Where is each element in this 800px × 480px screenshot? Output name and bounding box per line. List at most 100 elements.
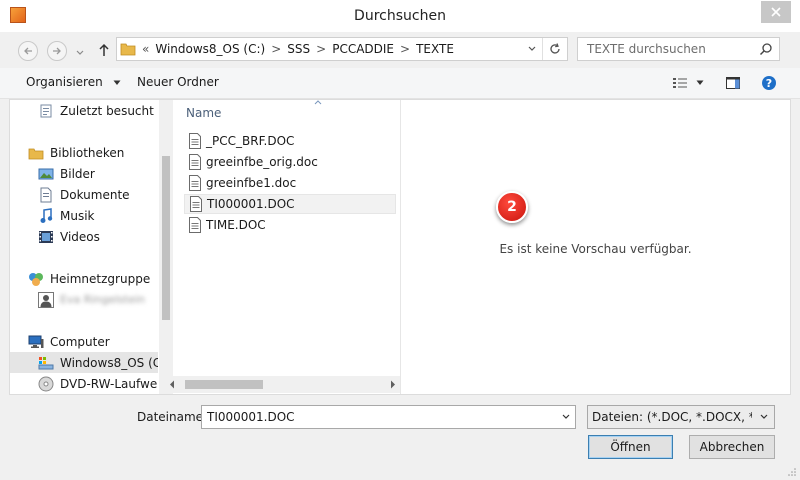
nav-label: DVD-RW-Laufwerk: [60, 376, 158, 391]
nav-label: Musik: [60, 208, 95, 223]
nav-label: Dokumente: [60, 187, 130, 202]
breadcrumb: « Windows8_OS (C:) > SSS > PCCADDIE > TE…: [120, 38, 458, 60]
window-title: Durchsuchen: [354, 8, 446, 24]
chevron-down-icon[interactable]: [560, 409, 572, 425]
nav-label: Windows8_OS (C:): [60, 355, 158, 370]
crumb-texte[interactable]: TEXTE: [412, 42, 458, 56]
hscrollbar-thumb[interactable]: [185, 380, 263, 389]
crumb-pccaddie[interactable]: PCCADDIE: [328, 42, 398, 56]
address-history-dropdown[interactable]: [522, 38, 541, 60]
libraries-icon: [28, 145, 44, 161]
view-options-button[interactable]: [670, 73, 706, 93]
user-icon: [38, 291, 54, 308]
up-arrow-icon: [99, 43, 109, 56]
command-bar: Organisieren Neuer Ordner ?: [0, 68, 800, 99]
pictures-icon: [38, 166, 54, 182]
crumb-separator[interactable]: >: [314, 42, 328, 56]
file-name: greeinfbe_orig.doc: [206, 155, 318, 169]
chevron-down-icon: [113, 80, 121, 85]
recent-locations-dropdown[interactable]: [76, 45, 84, 59]
music-icon: [38, 207, 54, 224]
filename-value: TI000001.DOC: [207, 410, 295, 424]
organize-menu[interactable]: Organisieren: [26, 75, 121, 89]
no-preview-message: Es ist keine Vorschau verfügbar.: [499, 242, 692, 256]
navigation-pane[interactable]: Zuletzt besucht Bibliotheken Bilder Doku…: [10, 100, 158, 394]
refresh-icon: [550, 43, 560, 54]
chevron-down-icon: [696, 80, 704, 85]
nav-item-user[interactable]: Eva Ringelstein: [10, 289, 158, 310]
nav-label: Bibliotheken: [50, 145, 125, 160]
nav-label: Heimnetzgruppe: [50, 271, 151, 286]
file-list-hscrollbar[interactable]: [165, 376, 400, 393]
help-icon: ?: [762, 76, 776, 90]
back-button[interactable]: [18, 41, 38, 61]
recent-places-icon: [38, 103, 54, 119]
scroll-left-icon[interactable]: [169, 380, 175, 389]
crumb-sss[interactable]: SSS: [283, 42, 314, 56]
nav-item-drive-c[interactable]: Windows8_OS (C:): [10, 352, 158, 373]
file-type-select[interactable]: Dateien: (*.DOC, *.DOCX, *.OD1: [587, 405, 775, 429]
scroll-right-icon[interactable]: [390, 380, 396, 389]
nav-label: Eva Ringelstein: [60, 293, 146, 306]
nav-item-recent[interactable]: Zuletzt besucht: [10, 100, 158, 121]
search-icon[interactable]: [759, 42, 773, 56]
homegroup-icon: [28, 271, 44, 287]
crumb-separator[interactable]: >: [269, 42, 283, 56]
title-bar: Durchsuchen: [0, 0, 800, 32]
address-bar[interactable]: « Windows8_OS (C:) > SSS > PCCADDIE > TE…: [116, 37, 568, 61]
nav-item-videos[interactable]: Videos: [10, 226, 158, 247]
file-name: TI000001.DOC: [207, 197, 295, 211]
nav-item-documents[interactable]: Dokumente: [10, 184, 158, 205]
file-name: _PCC_BRF.DOC: [206, 134, 295, 148]
up-button[interactable]: [96, 41, 112, 59]
nav-label: Bilder: [60, 166, 95, 181]
dvd-icon: [38, 376, 54, 392]
nav-item-computer[interactable]: Computer: [10, 331, 158, 352]
nav-item-music[interactable]: Musik: [10, 205, 158, 226]
breadcrumb-overflow[interactable]: «: [140, 42, 151, 56]
file-item[interactable]: _PCC_BRF.DOC: [184, 131, 396, 151]
document-icon: [190, 196, 202, 212]
nav-item-homegroup[interactable]: Heimnetzgruppe: [10, 268, 158, 289]
folder-icon: [120, 43, 136, 56]
documents-icon: [38, 187, 54, 203]
file-list[interactable]: Name _PCC_BRF.DOC greeinfbe_orig.doc gre…: [174, 100, 528, 376]
search-input[interactable]: TEXTE durchsuchen: [577, 37, 780, 61]
nav-scrollbar-thumb[interactable]: [162, 156, 170, 320]
close-icon: [771, 7, 781, 17]
file-name: greeinfbe1.doc: [206, 176, 297, 190]
videos-icon: [38, 229, 54, 245]
preview-pane-button[interactable]: [724, 73, 742, 93]
nav-item-pictures[interactable]: Bilder: [10, 163, 158, 184]
nav-label: Computer: [50, 334, 110, 349]
help-button[interactable]: ?: [760, 73, 778, 93]
new-folder-button[interactable]: Neuer Ordner: [137, 75, 219, 89]
document-icon: [189, 175, 201, 191]
nav-item-libraries[interactable]: Bibliotheken: [10, 142, 158, 163]
resize-grip-icon[interactable]: [787, 467, 797, 477]
nav-item-dvd[interactable]: DVD-RW-Laufwerk: [10, 373, 158, 394]
forward-button[interactable]: [47, 41, 67, 61]
filename-field[interactable]: TI000001.DOC: [201, 405, 576, 429]
nav-label: Zuletzt besucht: [60, 103, 154, 118]
file-item[interactable]: greeinfbe1.doc: [184, 173, 396, 193]
document-icon: [189, 217, 201, 233]
close-button[interactable]: [761, 1, 791, 23]
preview-pane-icon: [726, 77, 740, 89]
column-header-name[interactable]: Name: [186, 106, 221, 120]
refresh-button[interactable]: [542, 38, 567, 60]
cancel-button[interactable]: Abbrechen: [689, 435, 775, 459]
crumb-separator[interactable]: >: [398, 42, 412, 56]
search-placeholder: TEXTE durchsuchen: [587, 42, 706, 56]
document-icon: [189, 133, 201, 149]
file-item-selected[interactable]: TI000001.DOC: [184, 194, 396, 214]
open-button[interactable]: Öffnen: [588, 435, 673, 459]
computer-icon: [28, 334, 44, 350]
file-open-dialog: Durchsuchen « Windows8_OS (C:) > SSS > P…: [0, 0, 800, 480]
crumb-drive[interactable]: Windows8_OS (C:): [151, 42, 269, 56]
drive-icon: [38, 355, 54, 371]
nav-scrollbar[interactable]: [159, 100, 173, 394]
file-item[interactable]: greeinfbe_orig.doc: [184, 152, 396, 172]
file-item[interactable]: TIME.DOC: [184, 215, 396, 235]
document-icon: [189, 154, 201, 170]
